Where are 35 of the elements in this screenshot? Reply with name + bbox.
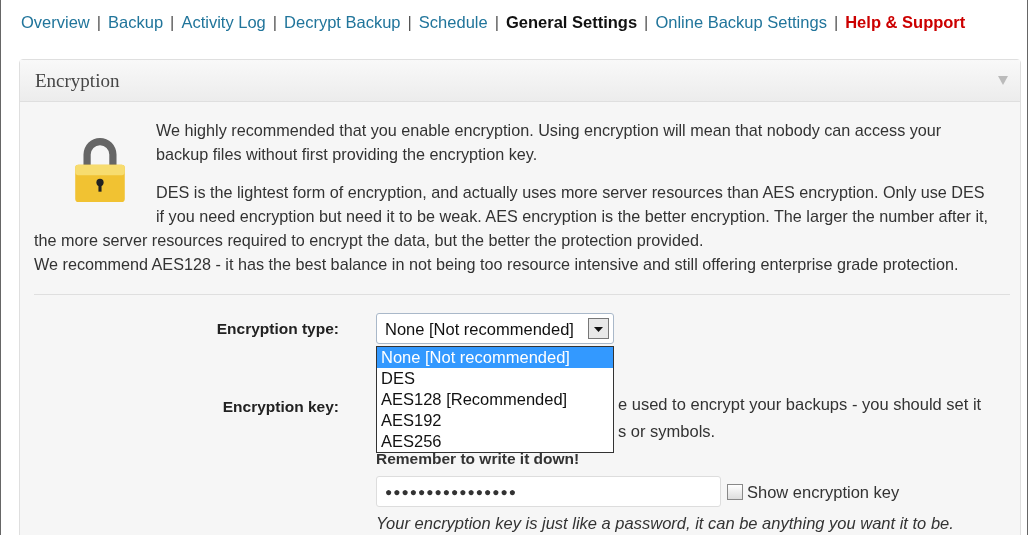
nav-link[interactable]: Activity Log bbox=[181, 12, 266, 32]
panel-title: Encryption bbox=[35, 69, 120, 92]
field-label: Encryption type: bbox=[215, 319, 339, 339]
nav-link[interactable]: Help & Support bbox=[845, 12, 966, 32]
nav-separator: | bbox=[271, 12, 279, 32]
nav-separator: | bbox=[169, 12, 176, 32]
caret-icon bbox=[588, 318, 609, 339]
description-text: s or symbols. bbox=[618, 421, 717, 442]
dropdown-option[interactable]: AES192 bbox=[377, 410, 613, 431]
hint-text: Your encryption key is just like a password, it can be anything you want it to be. bbox=[376, 513, 955, 533]
collapse-icon[interactable] bbox=[998, 76, 1008, 85]
padlock-icon bbox=[74, 138, 126, 202]
nav-link[interactable]: Decrypt Backup bbox=[284, 12, 401, 32]
nav-link[interactable]: General Settings bbox=[505, 12, 638, 32]
nav-link[interactable]: Backup bbox=[108, 12, 164, 32]
nav-separator: | bbox=[643, 12, 650, 32]
dropdown-option[interactable]: DES bbox=[377, 368, 613, 389]
nav-link[interactable]: Overview bbox=[21, 12, 90, 32]
nav-separator: | bbox=[493, 12, 500, 32]
description-text: e used to encrypt your backups - you should set it bbox=[618, 394, 983, 415]
reminder-text: Remember to write it down! bbox=[376, 449, 581, 469]
nav-separator: | bbox=[95, 12, 103, 32]
nav-link[interactable]: Schedule bbox=[418, 12, 488, 32]
nav-separator: | bbox=[406, 12, 413, 32]
dropdown-option[interactable]: AES256 bbox=[377, 431, 613, 452]
nav-link[interactable]: Online Backup Settings bbox=[655, 12, 827, 32]
intro-paragraph: DES is the lightest form of encryption, and actually uses more server resources than AES encryption. Only use DES if you need encryption but need it to be weak. AES encryption is the better encryption. The larger the number after it, bbox=[156, 182, 989, 227]
intro-paragraph: We highly recommended that you enable encryption. Using encryption will mean that nobody can access your backup files without first providing the encryption key. bbox=[156, 120, 943, 165]
nav-separator: | bbox=[832, 12, 840, 32]
field-label: Encryption key: bbox=[221, 397, 339, 417]
encryption-key-field[interactable]: ●●●●●●●●●●●●●●●● bbox=[376, 476, 721, 507]
intro-paragraph: the more server resources required to encrypt the data, but the better the protection provided. We recommend AES128 - it has the best balance in not being too resource intensive and still offering enterprise grade protection. bbox=[34, 230, 960, 275]
show-key-checkbox[interactable]: Show encryption key bbox=[727, 479, 900, 504]
dropdown-option[interactable]: AES128 [Recommended] bbox=[377, 389, 613, 410]
encryption-type-dropdown[interactable]: None [Not recommended] bbox=[376, 313, 614, 344]
